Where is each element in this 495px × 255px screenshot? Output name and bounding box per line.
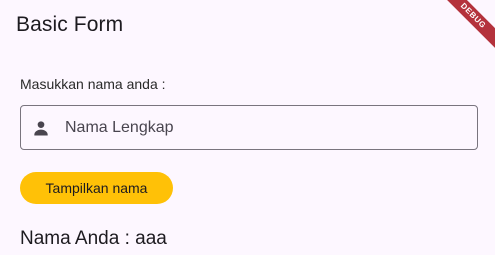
name-text-field[interactable] — [20, 105, 478, 150]
debug-banner: DEBUG — [436, 0, 495, 53]
app-bar: Basic Form — [16, 10, 123, 40]
app-screen: Basic Form DEBUG Masukkan nama anda : Ta… — [0, 0, 495, 255]
name-field-label: Masukkan nama anda : — [20, 76, 166, 92]
page-title: Basic Form — [16, 13, 124, 36]
person-icon — [31, 118, 51, 138]
name-result-text: Nama Anda : aaa — [20, 228, 167, 249]
name-input[interactable] — [65, 106, 477, 149]
show-name-button[interactable]: Tampilkan nama — [20, 172, 173, 204]
